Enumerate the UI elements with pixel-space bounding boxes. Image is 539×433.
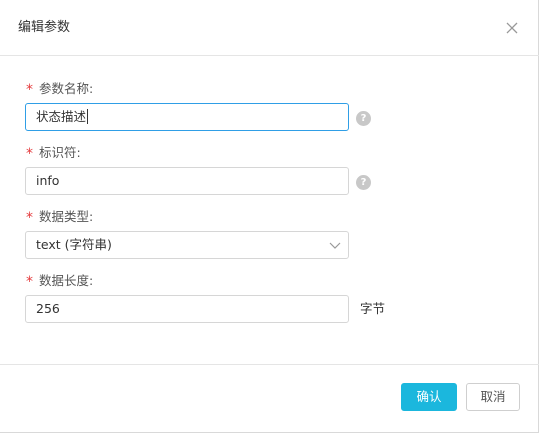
dialog-header: 编辑参数 bbox=[0, 0, 539, 56]
data-length-value: 256 bbox=[36, 301, 60, 316]
data-type-label-row: * 数据类型: bbox=[26, 209, 94, 226]
param-name-label-row: * 参数名称: bbox=[26, 81, 94, 98]
data-length-input[interactable]: 256 bbox=[25, 295, 349, 323]
data-type-select[interactable]: text (字符串) bbox=[25, 231, 349, 259]
data-length-label-row: * 数据长度: bbox=[26, 273, 94, 290]
confirm-button[interactable]: 确认 bbox=[401, 383, 457, 411]
data-type-label: 数据类型: bbox=[39, 209, 94, 224]
text-caret bbox=[87, 109, 89, 124]
identifier-label: 标识符: bbox=[39, 145, 81, 160]
param-name-label: 参数名称: bbox=[39, 81, 94, 96]
required-mark: * bbox=[26, 146, 33, 162]
data-length-label: 数据长度: bbox=[39, 273, 94, 288]
dialog-title: 编辑参数 bbox=[18, 20, 71, 35]
chevron-down-icon bbox=[329, 242, 341, 249]
required-mark: * bbox=[26, 82, 33, 98]
identifier-value: info bbox=[36, 173, 60, 188]
required-mark: * bbox=[26, 274, 33, 290]
identifier-input[interactable]: info bbox=[25, 167, 349, 195]
param-name-value: 状态描述 bbox=[36, 109, 87, 124]
param-name-help-icon[interactable]: ? bbox=[356, 111, 371, 126]
cancel-button[interactable]: 取消 bbox=[466, 383, 520, 411]
identifier-help-icon[interactable]: ? bbox=[356, 175, 371, 190]
data-type-selected: text (字符串) bbox=[36, 237, 112, 252]
footer-divider bbox=[0, 364, 539, 365]
param-name-input[interactable]: 状态描述 bbox=[25, 103, 349, 131]
close-icon[interactable] bbox=[504, 20, 520, 36]
edit-parameter-dialog: 编辑参数 * 参数名称: 状态描述 ? * 标识符: info ? * 数据类型… bbox=[0, 0, 539, 433]
required-mark: * bbox=[26, 210, 33, 226]
identifier-label-row: * 标识符: bbox=[26, 145, 81, 162]
data-length-unit: 字节 bbox=[360, 301, 386, 316]
